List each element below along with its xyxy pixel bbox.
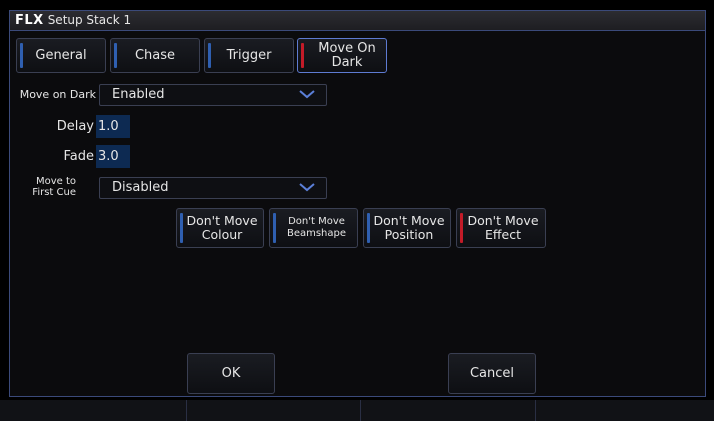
delay-field[interactable]: 1.0 [96, 115, 130, 138]
move-to-first-cue-value: Disabled [112, 180, 169, 195]
softkey-divider [186, 400, 187, 421]
tab-indicator [208, 43, 211, 68]
tab-label: General [35, 47, 87, 63]
tab-chase[interactable]: Chase [110, 38, 200, 73]
move-on-dark-label: Move on Dark [19, 88, 96, 101]
button-indicator [460, 213, 463, 243]
chevron-down-icon [299, 183, 315, 192]
title-bar: FLX Setup Stack 1 [10, 11, 705, 31]
tab-indicator [114, 43, 117, 68]
setup-stack-window: FLX Setup Stack 1 General Chase Trigger M… [9, 10, 706, 397]
ok-label: OK [221, 365, 241, 381]
tab-indicator [20, 43, 23, 68]
move-on-dark-value: Enabled [112, 87, 165, 102]
tab-move-on-dark[interactable]: Move On Dark [297, 38, 387, 73]
fade-label: Fade [63, 149, 94, 164]
tab-label: Move On Dark [318, 40, 376, 70]
tab-trigger[interactable]: Trigger [204, 38, 294, 73]
ok-button[interactable]: OK [187, 353, 275, 394]
fade-field[interactable]: 3.0 [96, 145, 130, 168]
dont-move-colour-button[interactable]: Don't Move Colour [176, 208, 264, 248]
tab-general[interactable]: General [16, 38, 106, 73]
softkey-divider [360, 400, 361, 421]
window-title: Setup Stack 1 [47, 13, 132, 27]
chevron-down-icon [299, 90, 315, 99]
button-label: Don't Move Effect [467, 213, 539, 242]
button-label: Don't Move Position [373, 213, 445, 242]
dont-move-beamshape-button[interactable]: Don't Move Beamshape [269, 208, 358, 248]
button-label: Don't Move Beamshape [286, 216, 347, 239]
tab-indicator [301, 43, 304, 68]
softkey-divider [535, 400, 536, 421]
delay-label: Delay [56, 119, 94, 134]
button-indicator [273, 213, 276, 243]
dont-move-effect-button[interactable]: Don't Move Effect [456, 208, 546, 248]
dont-move-position-button[interactable]: Don't Move Position [363, 208, 451, 248]
button-label: Don't Move Colour [186, 213, 258, 242]
button-indicator [180, 213, 183, 243]
move-on-dark-dropdown[interactable]: Enabled [99, 84, 327, 106]
tab-label: Chase [134, 47, 176, 63]
softkey-bar [0, 400, 714, 421]
flx-logo: FLX [15, 13, 44, 28]
move-to-first-cue-dropdown[interactable]: Disabled [99, 177, 327, 199]
cancel-label: Cancel [469, 365, 515, 381]
cancel-button[interactable]: Cancel [448, 353, 536, 394]
button-indicator [367, 213, 370, 243]
move-to-first-cue-label: Move to First Cue [32, 176, 76, 198]
tab-label: Trigger [226, 47, 272, 63]
